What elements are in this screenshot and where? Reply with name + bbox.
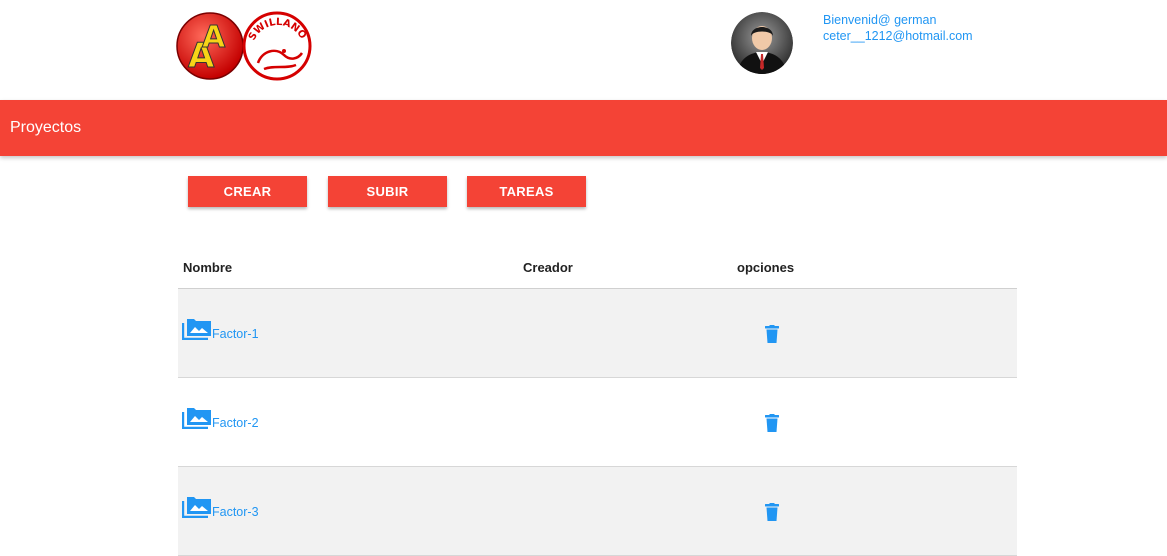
- column-header-creador: Creador: [523, 260, 573, 275]
- folder-image-icon[interactable]: [181, 407, 212, 430]
- user-email: ceter__1212@hotmail.com: [823, 29, 973, 43]
- table-row: Factor-1: [178, 289, 1017, 378]
- project-link[interactable]: Factor-2: [212, 416, 259, 430]
- column-header-opciones: opciones: [737, 260, 795, 275]
- trash-icon[interactable]: [765, 414, 779, 432]
- trash-icon[interactable]: [765, 325, 779, 343]
- app-logo: A A SWILLANOS: [172, 3, 314, 81]
- table-row: Factor-3: [178, 467, 1017, 556]
- welcome-text: Bienvenid@ german: [823, 13, 937, 27]
- table-row: Factor-2: [178, 378, 1017, 467]
- page-title[interactable]: Proyectos: [10, 100, 81, 156]
- folder-image-icon[interactable]: [181, 496, 212, 519]
- subir-button[interactable]: SUBIR: [328, 176, 447, 207]
- crear-button[interactable]: CREAR: [188, 176, 307, 207]
- column-header-nombre: Nombre: [183, 260, 233, 275]
- user-avatar[interactable]: [731, 12, 793, 74]
- folder-image-icon[interactable]: [181, 318, 212, 341]
- top-navbar: Proyectos: [0, 100, 1167, 156]
- tareas-button[interactable]: TAREAS: [467, 176, 586, 207]
- user-info: Bienvenid@ german ceter__1212@hotmail.co…: [823, 12, 973, 44]
- svg-text:A: A: [202, 20, 226, 55]
- project-link[interactable]: Factor-1: [212, 327, 259, 341]
- trash-icon[interactable]: [765, 503, 779, 521]
- project-link[interactable]: Factor-3: [212, 505, 259, 519]
- table-header: Nombre Creador opciones: [178, 244, 1017, 289]
- projects-table: Nombre Creador opciones Factor-1 Factor-…: [178, 244, 1017, 556]
